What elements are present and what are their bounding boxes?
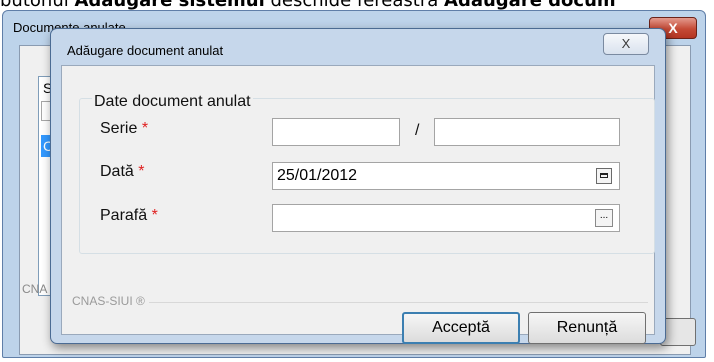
required-mark: * [138,163,145,180]
date-input[interactable]: 25/01/2012 [272,162,620,190]
parafa-label-text: Parafă [100,207,148,224]
serie-label-text: Serie [100,120,138,137]
number-input[interactable] [434,118,620,146]
footer-brand: CNAS-SIUI ® [72,294,149,308]
parafa-label: Parafă * [100,207,158,225]
cancel-button[interactable]: Renunță [528,312,646,344]
serie-number-separator: / [415,122,420,139]
accept-button[interactable]: Acceptă [402,312,520,344]
serie-input[interactable] [272,118,400,146]
date-label-text: Dată [100,163,134,180]
serie-label: Serie * [100,120,148,138]
dialog-title: Adăugare document anulat [67,43,224,58]
parafa-input[interactable] [272,204,620,232]
ellipsis-browse-button[interactable]: ... [595,209,613,227]
group-title: Date document anulat [92,93,253,111]
dialog-close-button[interactable]: X [603,33,649,55]
calendar-icon[interactable] [596,168,612,184]
date-label: Dată * [100,163,144,181]
dialog-body: Date document anulat Serie * / Dată * 25… [61,65,655,344]
required-mark: * [151,207,158,224]
background-footer-brand: CNA [22,282,48,296]
add-cancelled-document-dialog: Adăugare document anulat X Date document… [50,28,666,344]
required-mark: * [141,120,149,137]
footer-divider [72,302,648,303]
